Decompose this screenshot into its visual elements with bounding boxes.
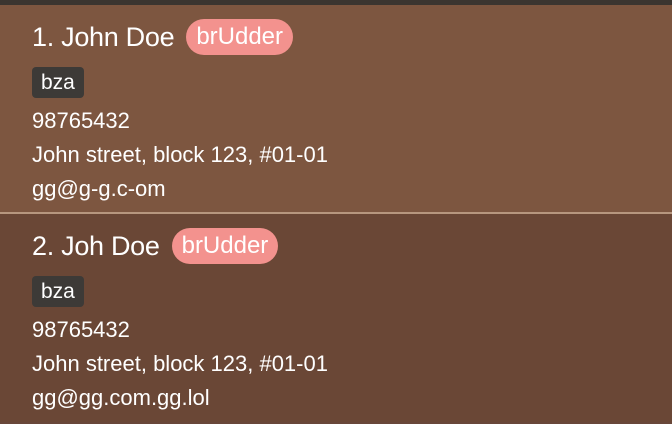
person-card[interactable]: 1. John Doe brUdder bza 98765432 John st… bbox=[0, 5, 672, 214]
person-name: 2. Joh Doe bbox=[32, 230, 160, 261]
role-badge: brUdder bbox=[171, 228, 279, 264]
person-header: 2. Joh Doe brUdder bbox=[32, 214, 672, 264]
person-address: John street, block 123, #01-01 bbox=[32, 142, 328, 167]
role-badge: brUdder bbox=[186, 19, 294, 55]
tag-label: bza bbox=[32, 67, 84, 98]
person-phone: 98765432 bbox=[32, 108, 130, 133]
person-address: John street, block 123, #01-01 bbox=[32, 351, 328, 376]
person-list[interactable]: 1. John Doe brUdder bza 98765432 John st… bbox=[0, 5, 672, 424]
person-email: gg@g-g.c-om bbox=[32, 176, 166, 201]
person-phone: 98765432 bbox=[32, 317, 130, 342]
person-header: 1. John Doe brUdder bbox=[32, 5, 672, 55]
person-name: 1. John Doe bbox=[32, 21, 175, 52]
person-card[interactable]: 2. Joh Doe brUdder bza 98765432 John str… bbox=[0, 214, 672, 422]
tag-label: bza bbox=[32, 276, 84, 307]
person-email: gg@gg.com.gg.lol bbox=[32, 385, 210, 410]
